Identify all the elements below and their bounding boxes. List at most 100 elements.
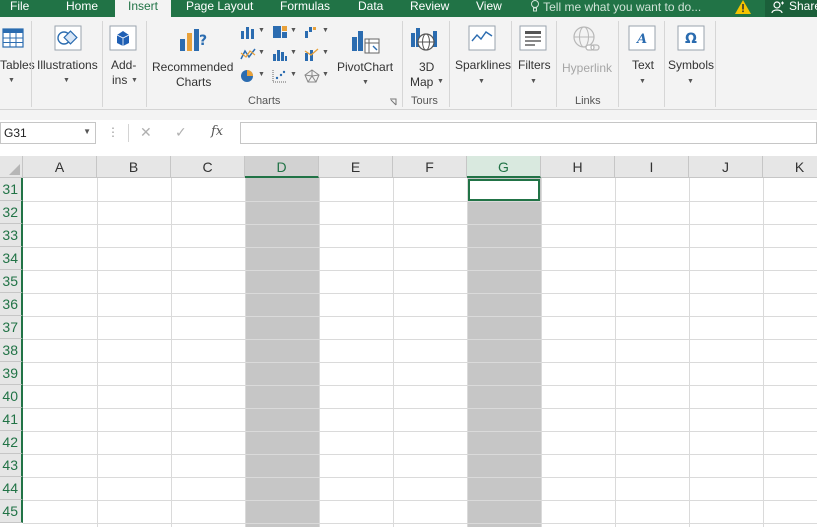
sparklines-icon (468, 25, 496, 51)
column-header-j[interactable]: J (689, 156, 763, 178)
row-header-33[interactable]: 33 (0, 224, 23, 247)
gridline (615, 178, 616, 527)
gridline (23, 270, 817, 271)
chevron-down-icon[interactable]: ▼ (83, 127, 91, 136)
row-header-42[interactable]: 42 (0, 431, 23, 454)
line-chart-icon[interactable] (240, 47, 256, 61)
tab-home[interactable]: Home (66, 0, 98, 17)
tab-data[interactable]: Data (358, 0, 383, 17)
insert-function-icon[interactable]: fx (211, 124, 223, 139)
column-header-a[interactable]: A (23, 156, 97, 178)
column-header-k[interactable]: K (763, 156, 817, 178)
waterfall-chart-icon[interactable] (304, 25, 320, 39)
tab-review[interactable]: Review (410, 0, 449, 17)
row-header-43[interactable]: 43 (0, 454, 23, 477)
chevron-down-icon[interactable]: ▼ (322, 49, 329, 56)
person-icon (771, 1, 784, 14)
scatter-chart-icon[interactable] (272, 69, 288, 83)
sparklines-label: Sparklines (455, 58, 512, 72)
globe-map-icon (411, 28, 437, 51)
chevron-down-icon[interactable]: ▼ (322, 27, 329, 34)
column-header-f[interactable]: F (393, 156, 467, 178)
tables-label: Tables (0, 58, 35, 72)
dialog-launcher-icon[interactable] (389, 98, 397, 106)
row-header-37[interactable]: 37 (0, 316, 23, 339)
cell-area[interactable] (23, 178, 817, 527)
vertical-ellipsis-icon[interactable]: ⋮ (107, 125, 119, 139)
ribbon-separator (102, 21, 103, 107)
row-header-40[interactable]: 40 (0, 385, 23, 408)
hyperlink-label: Hyperlink (562, 61, 613, 75)
column-header-e[interactable]: E (319, 156, 393, 178)
column-header-b[interactable]: B (97, 156, 171, 178)
active-cell-g31[interactable] (468, 179, 540, 201)
row-header-31[interactable]: 31 (0, 178, 23, 201)
chevron-down-icon[interactable]: ▼ (290, 71, 297, 78)
gridline (23, 477, 817, 478)
warning-icon[interactable] (735, 0, 751, 14)
gridline (23, 431, 817, 432)
enter-check-icon[interactable]: ✓ (175, 124, 187, 141)
select-all-button[interactable] (0, 156, 23, 178)
statistic-chart-icon[interactable] (272, 47, 288, 61)
chevron-down-icon[interactable]: ▼ (290, 27, 297, 34)
ribbon-separator (31, 21, 32, 107)
row-header-36[interactable]: 36 (0, 293, 23, 316)
row-header-32[interactable]: 32 (0, 201, 23, 224)
pie-chart-icon[interactable] (240, 69, 256, 83)
selected-column-g (467, 178, 541, 527)
row-header-44[interactable]: 44 (0, 477, 23, 500)
name-box[interactable]: G31 ▼ (0, 122, 96, 144)
row-header-39[interactable]: 39 (0, 362, 23, 385)
select-all-triangle-icon (9, 164, 20, 175)
chevron-down-icon[interactable]: ▼ (258, 27, 265, 34)
gridline (23, 408, 817, 409)
row-header-35[interactable]: 35 (0, 270, 23, 293)
row-header-38[interactable]: 38 (0, 339, 23, 362)
chevron-down-icon[interactable]: ▼ (322, 71, 329, 78)
column-header-g[interactable]: G (467, 156, 541, 178)
chevron-down-icon: ▼ (131, 77, 138, 84)
row-header-41[interactable]: 41 (0, 408, 23, 431)
column-header-i[interactable]: I (615, 156, 689, 178)
gridline (541, 178, 542, 527)
hierarchy-chart-icon[interactable] (272, 25, 288, 39)
worksheet-grid: A B C D E F G H I J K 31 32 33 34 35 36 … (0, 156, 817, 527)
tab-view[interactable]: View (476, 0, 502, 17)
chevron-down-icon[interactable]: ▼ (290, 49, 297, 56)
gridline (23, 339, 817, 340)
ribbon-separator (556, 21, 557, 107)
ribbon-separator (146, 21, 147, 107)
chevron-down-icon[interactable]: ▼ (258, 49, 265, 56)
formula-input[interactable] (240, 122, 817, 144)
gridline (23, 500, 817, 501)
chevron-down-icon: ▼ (362, 79, 369, 86)
tab-formulas[interactable]: Formulas (280, 0, 330, 17)
pivotchart-label: PivotChart (337, 60, 394, 74)
combo-chart-icon[interactable] (304, 47, 320, 61)
row-header-45[interactable]: 45 (0, 500, 23, 523)
column-header-d[interactable]: D (245, 156, 319, 178)
gridline (171, 178, 172, 527)
formula-bar-separator (128, 124, 129, 142)
gridline (23, 385, 817, 386)
share-button[interactable]: Share (765, 0, 817, 17)
chevron-down-icon[interactable]: ▼ (258, 71, 265, 78)
tab-page-layout[interactable]: Page Layout (186, 0, 253, 17)
tab-file[interactable]: File (10, 0, 29, 17)
ribbon-separator (511, 21, 512, 107)
gridline (763, 178, 764, 527)
column-header-c[interactable]: C (171, 156, 245, 178)
cancel-icon[interactable]: ✕ (140, 124, 152, 141)
column-chart-icon[interactable] (240, 25, 256, 39)
ribbon-separator (449, 21, 450, 107)
row-header-34[interactable]: 34 (0, 247, 23, 270)
gridline (23, 454, 817, 455)
ribbon-separator (402, 21, 403, 107)
illustrations-label: Illustrations (37, 58, 98, 72)
hyperlink-globe-icon (573, 26, 600, 51)
tab-insert[interactable]: Insert (115, 0, 171, 17)
radar-chart-icon[interactable] (304, 69, 320, 83)
tell-me-search[interactable]: Tell me what you want to do... (530, 0, 701, 17)
column-header-h[interactable]: H (541, 156, 615, 178)
